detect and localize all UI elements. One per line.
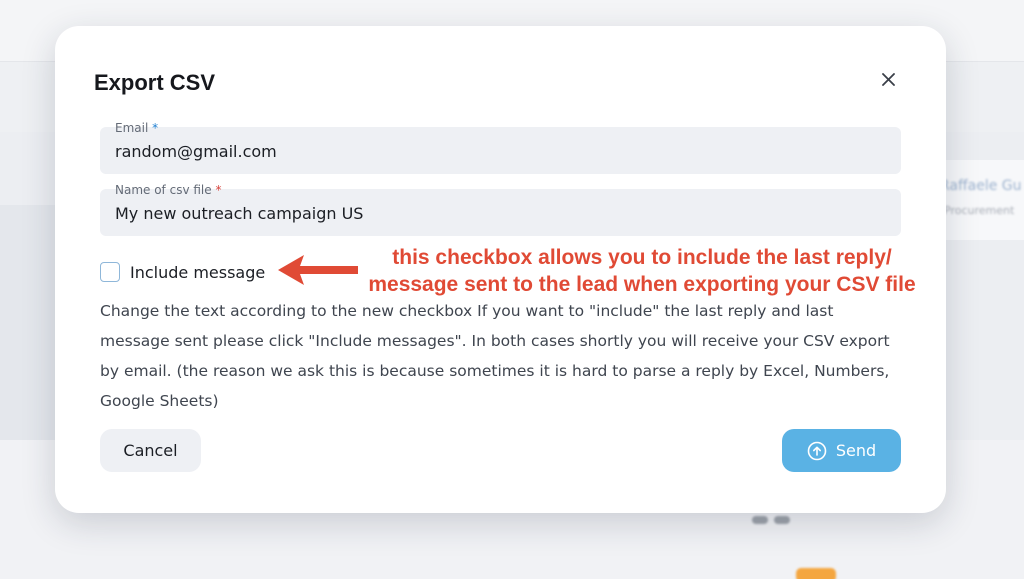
email-field: Email * <box>100 121 901 174</box>
annotation-line-2: message sent to the lead when exporting … <box>368 273 916 296</box>
upload-circle-icon <box>807 441 827 460</box>
modal-title: Export CSV <box>94 70 216 95</box>
background-orange-badge <box>796 568 836 579</box>
annotation-line-1: this checkbox allows you to include the … <box>392 246 892 269</box>
cancel-button[interactable]: Cancel <box>100 429 201 472</box>
csv-name-input[interactable] <box>115 201 885 225</box>
background-lead-name: Raffaele Gu <box>940 178 1022 194</box>
csv-name-field-label: Name of csv file * <box>115 183 222 197</box>
include-message-checkbox[interactable] <box>100 262 120 282</box>
close-button[interactable] <box>875 66 901 92</box>
csv-name-field: Name of csv file * <box>100 183 901 236</box>
include-message-row[interactable]: Include message <box>100 261 265 283</box>
email-input[interactable] <box>115 139 885 163</box>
required-marker: * <box>215 183 222 197</box>
email-field-label: Email * <box>115 121 159 135</box>
background-dots <box>752 516 794 525</box>
send-button[interactable]: Send <box>782 429 901 472</box>
include-message-label[interactable]: Include message <box>130 263 265 282</box>
background-lead-subtitle: Procurement <box>944 204 1015 217</box>
required-marker: * <box>152 121 159 135</box>
annotation-text: this checkbox allows you to include the … <box>337 244 947 298</box>
export-description: Change the text according to the new che… <box>100 302 890 410</box>
close-icon <box>881 72 895 86</box>
send-button-label: Send <box>835 441 877 460</box>
background-left-panel <box>0 205 60 445</box>
